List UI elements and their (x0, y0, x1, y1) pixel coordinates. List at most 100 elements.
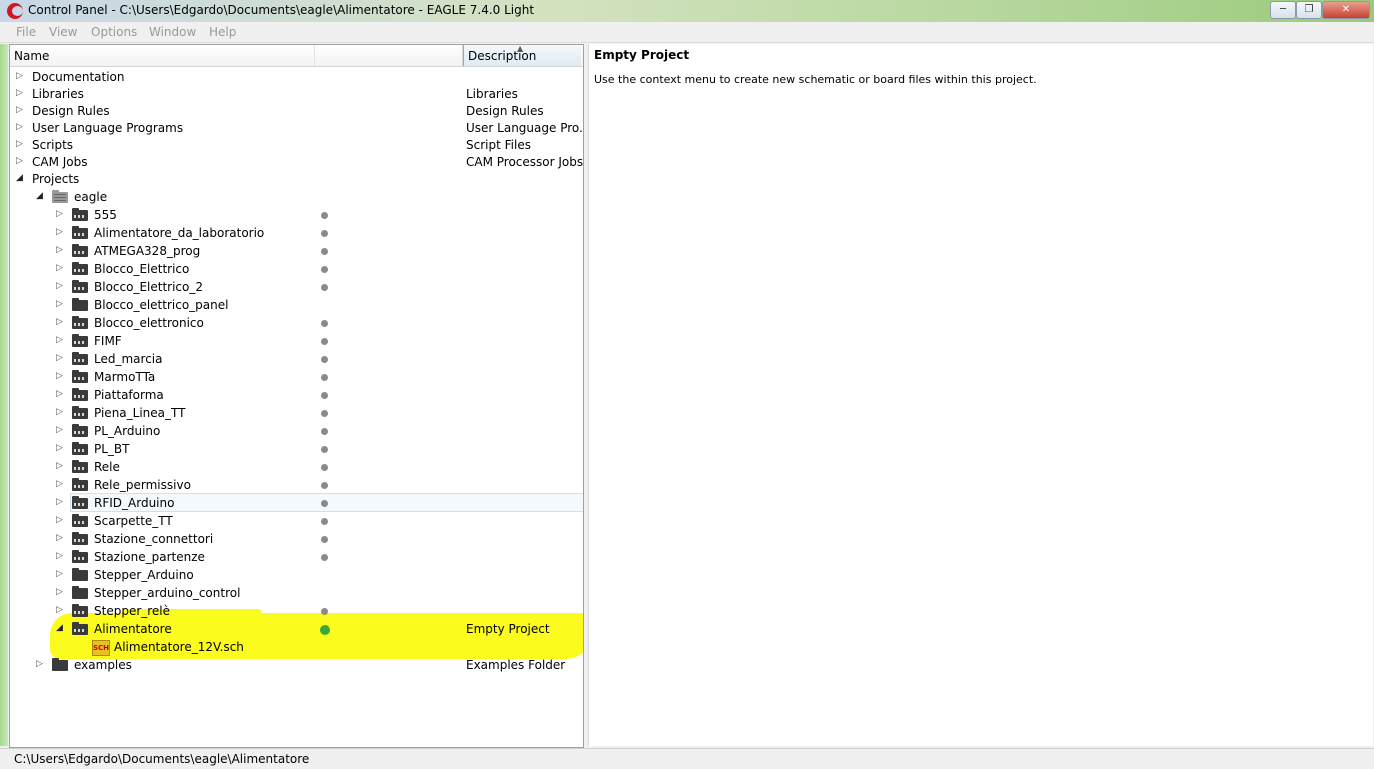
expand-arrow-icon[interactable]: ▷ (56, 245, 63, 255)
expand-arrow-icon[interactable]: ▷ (16, 156, 23, 166)
maximize-button[interactable]: ❐ (1296, 1, 1322, 19)
project-folder-icon (72, 496, 88, 509)
tree-row[interactable]: ▷ FIMF (10, 333, 583, 351)
project-folder-icon (72, 478, 88, 491)
tree-row[interactable]: ▷ PL_BT (10, 441, 583, 459)
tree-row[interactable]: ▷ 555 (10, 207, 583, 225)
project-label: Led_marcia (94, 352, 163, 366)
tree-row[interactable]: ▷ Rele_permissivo (10, 477, 583, 495)
expand-arrow-icon[interactable]: ▷ (56, 209, 63, 219)
status-bar: C:\Users\Edgardo\Documents\eagle\Aliment… (0, 748, 1374, 769)
tree-row[interactable]: ▷ MarmoTTa (10, 369, 583, 387)
tree-row[interactable]: ◢ eagle (10, 189, 583, 207)
tree-item-label: Documentation (32, 70, 125, 84)
tree-row[interactable]: ▷ Rele (10, 459, 583, 477)
expand-arrow-icon[interactable]: ▷ (56, 605, 63, 615)
tree-row[interactable]: ▷ Scripts Script Files (10, 137, 583, 155)
tree-row[interactable]: ▷ Scarpette_TT (10, 513, 583, 531)
tree-row[interactable]: ▷ PL_Arduino (10, 423, 583, 441)
expand-arrow-icon[interactable]: ▷ (56, 479, 63, 489)
expand-arrow-icon[interactable]: ▷ (56, 551, 63, 561)
project-status-dot-icon (321, 428, 328, 435)
expand-arrow-icon[interactable]: ▷ (56, 587, 63, 597)
menu-file[interactable]: File (16, 25, 36, 39)
expand-arrow-icon[interactable]: ▷ (56, 533, 63, 543)
expand-arrow-icon[interactable]: ▷ (56, 515, 63, 525)
tree-row[interactable]: ◢ Projects (10, 171, 583, 189)
expand-arrow-icon[interactable]: ▷ (56, 317, 63, 327)
active-project-description: Empty Project (466, 622, 550, 636)
project-folder-icon (72, 244, 88, 257)
close-button[interactable]: ✕ (1322, 1, 1370, 19)
project-folder-icon (72, 514, 88, 527)
tree-row[interactable]: ▷ examples Examples Folder (10, 657, 583, 675)
desktop-edge (0, 44, 8, 746)
expand-arrow-icon[interactable]: ▷ (16, 139, 23, 149)
expand-arrow-icon[interactable]: ▷ (56, 443, 63, 453)
eagle-logo-icon (7, 3, 23, 19)
tree-row[interactable]: ▷ Stepper_arduino_control (10, 585, 583, 603)
tree-row[interactable]: ▷ ATMEGA328_prog (10, 243, 583, 261)
expand-arrow-icon[interactable]: ▷ (56, 263, 63, 273)
schematic-file-label: Alimentatore_12V.sch (114, 640, 244, 654)
expand-arrow-icon[interactable]: ▷ (56, 299, 63, 309)
tree-row[interactable]: ▷ Led_marcia (10, 351, 583, 369)
tree-row[interactable]: ▷ Stepper_Arduino (10, 567, 583, 585)
menu-options[interactable]: Options (91, 25, 137, 39)
collapse-arrow-icon[interactable]: ◢ (56, 623, 63, 633)
expand-arrow-icon[interactable]: ▷ (56, 353, 63, 363)
menu-view[interactable]: View (49, 25, 77, 39)
tree-view[interactable]: Name Description ▲ ▷ Documentation ▷ Librar… (9, 44, 584, 748)
collapse-arrow-icon[interactable]: ◢ (16, 173, 23, 183)
tree-row[interactable]: ▷ Blocco_Elettrico_2 (10, 279, 583, 297)
tree-row[interactable]: ▷ Blocco_elettronico (10, 315, 583, 333)
column-header-spacer[interactable] (315, 45, 463, 66)
tree-row[interactable]: SCH Alimentatore_12V.sch (10, 639, 583, 657)
tree-row[interactable]: ▷ Blocco_Elettrico (10, 261, 583, 279)
tree-row[interactable]: ▷ Alimentatore_da_laboratorio (10, 225, 583, 243)
tree-row[interactable]: ▷ Stazione_connettori (10, 531, 583, 549)
expand-arrow-icon[interactable]: ▷ (56, 389, 63, 399)
tree-row[interactable]: ▷ CAM Jobs CAM Processor Jobs (10, 154, 583, 172)
expand-arrow-icon[interactable]: ▷ (16, 88, 23, 98)
tree-item-description: User Language Pro... (466, 121, 584, 135)
folder-icon (72, 298, 88, 311)
project-label: MarmoTTa (94, 370, 156, 384)
tree-row[interactable]: ▷ Piattaforma (10, 387, 583, 405)
title-bar[interactable]: Control Panel - C:\Users\Edgardo\Documen… (0, 0, 1374, 22)
expand-arrow-icon[interactable]: ▷ (56, 569, 63, 579)
tree-row[interactable]: ▷ Documentation (10, 69, 583, 87)
minimize-button[interactable]: ─ (1270, 1, 1296, 19)
expand-arrow-icon[interactable]: ▷ (56, 497, 63, 507)
expand-arrow-icon[interactable]: ▷ (36, 659, 43, 669)
tree-row[interactable]: ▷ RFID_Arduino (10, 495, 583, 513)
tree-row[interactable]: ▷ Libraries Libraries (10, 86, 583, 104)
tree-row[interactable]: ▷ Piena_Linea_TT (10, 405, 583, 423)
project-folder-icon (72, 442, 88, 455)
expand-arrow-icon[interactable]: ▷ (56, 407, 63, 417)
expand-arrow-icon[interactable]: ▷ (56, 335, 63, 345)
expand-arrow-icon[interactable]: ▷ (56, 425, 63, 435)
expand-arrow-icon[interactable]: ▷ (56, 281, 63, 291)
expand-arrow-icon[interactable]: ▷ (16, 71, 23, 81)
tree-row[interactable]: ▷ User Language Programs User Language Pro… (10, 120, 583, 138)
expand-arrow-icon[interactable]: ▷ (56, 371, 63, 381)
expand-arrow-icon[interactable]: ▷ (16, 105, 23, 115)
expand-arrow-icon[interactable]: ▷ (16, 122, 23, 132)
expand-arrow-icon[interactable]: ▷ (56, 227, 63, 237)
tree-row[interactable]: ▷ Design Rules Design Rules (10, 103, 583, 121)
menu-window[interactable]: Window (149, 25, 196, 39)
column-header-name[interactable]: Name (10, 45, 315, 66)
project-status-dot-icon (321, 608, 328, 615)
expand-arrow-icon[interactable]: ▷ (56, 461, 63, 471)
menu-help[interactable]: Help (209, 25, 236, 39)
collapse-arrow-icon[interactable]: ◢ (36, 191, 43, 201)
tree-row[interactable]: ◢ Alimentatore Empty Project (10, 621, 583, 639)
tree-row[interactable]: ▷ Blocco_elettrico_panel (10, 297, 583, 315)
project-label: RFID_Arduino (94, 496, 175, 510)
tree-row[interactable]: ▷ Stepper_relè (10, 603, 583, 621)
project-label: ATMEGA328_prog (94, 244, 201, 258)
tree-row[interactable]: ▷ Stazione_partenze (10, 549, 583, 567)
status-path: C:\Users\Edgardo\Documents\eagle\Aliment… (14, 752, 310, 766)
project-status-dot-icon (321, 374, 328, 381)
